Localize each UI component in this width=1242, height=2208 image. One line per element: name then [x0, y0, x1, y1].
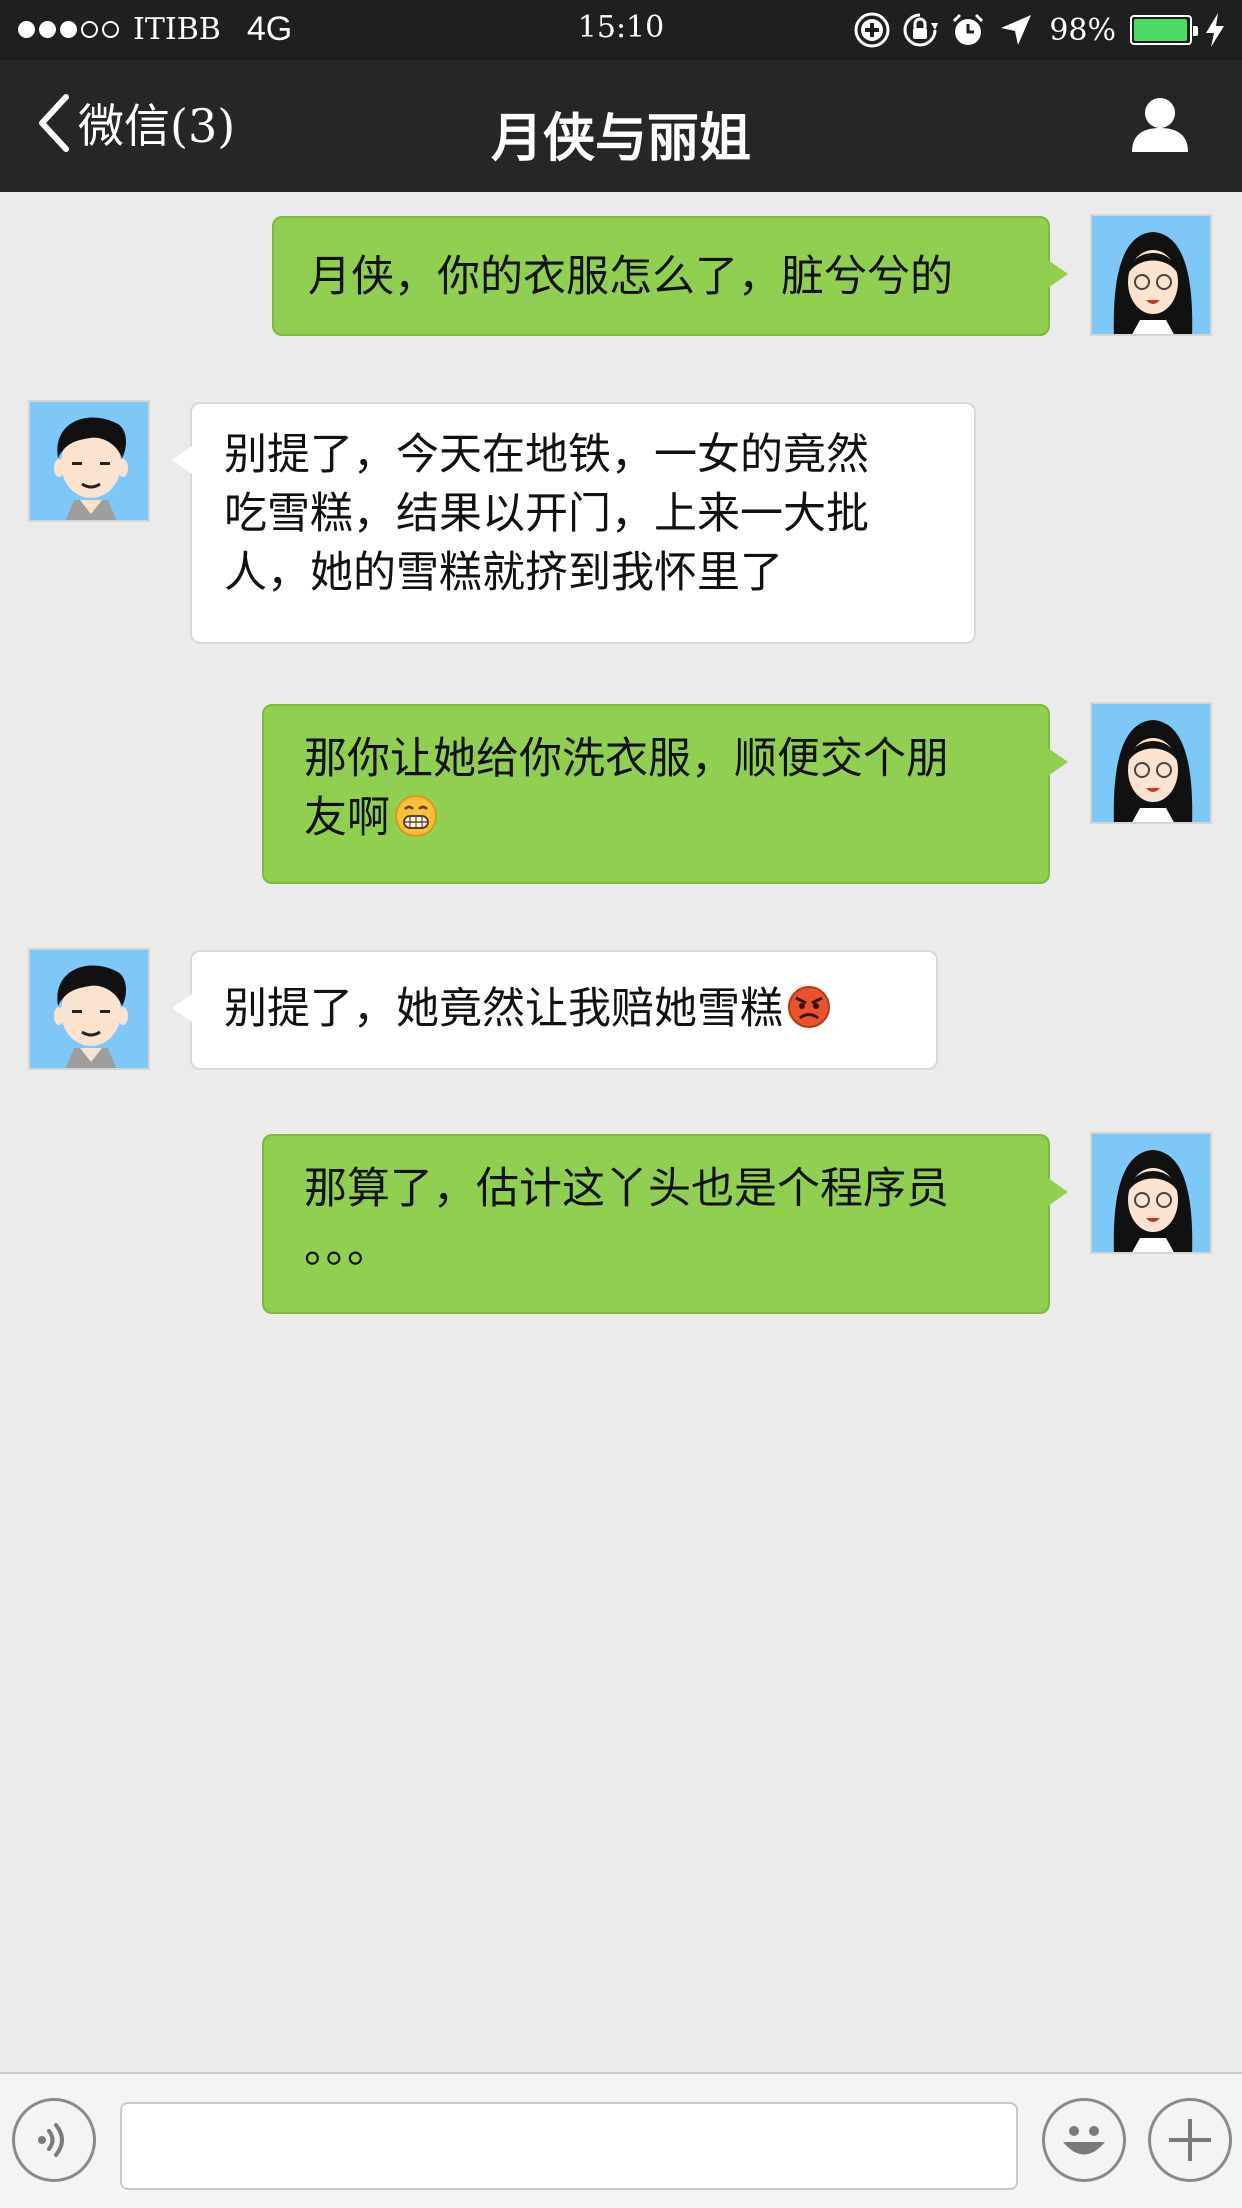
emoji-button[interactable] — [1042, 2098, 1126, 2182]
message-text: 。。。 — [304, 1223, 390, 1273]
message-text: 那你让她给你洗衣服，顺便交个朋 — [304, 734, 949, 784]
avatar-female[interactable] — [1090, 1132, 1212, 1254]
status-bar: ITIBB 4G 15:10 98% — [0, 0, 1242, 60]
avatar-male[interactable] — [28, 948, 150, 1070]
orientation-lock-icon — [903, 13, 939, 47]
message-bubble-outgoing[interactable]: 那算了，估计这丫头也是个程序员 。。。 — [262, 1134, 1068, 1314]
message-bubble-incoming[interactable]: 别提了，她竟然让我赔她雪糕 — [172, 950, 938, 1070]
message-text: 吃雪糕，结果以开门，上来一大批 — [224, 489, 869, 539]
alarm-icon — [953, 13, 984, 45]
battery-fill — [1134, 19, 1187, 41]
angry-emoji — [788, 986, 830, 1028]
battery-icon — [1130, 15, 1198, 45]
message-bubble-incoming[interactable]: 别提了，今天在地铁，一女的竟然 吃雪糕，结果以开门，上来一大批 人，她的雪糕就挤… — [172, 402, 976, 644]
voice-button[interactable] — [12, 2098, 96, 2182]
male-avatar-icon — [30, 402, 148, 520]
message-input[interactable] — [120, 2102, 1018, 2190]
more-button[interactable] — [1148, 2098, 1232, 2182]
battery-percent: 98% — [1049, 12, 1116, 48]
female-avatar-icon — [1092, 1134, 1210, 1252]
female-avatar-icon — [1092, 216, 1210, 334]
voice-icon — [38, 2123, 64, 2157]
location-arrow-icon — [1001, 15, 1032, 45]
message-text: 那算了，估计这丫头也是个程序员 — [304, 1164, 949, 1214]
message-text: 别提了，她竟然让我赔她雪糕 — [224, 984, 783, 1034]
grin-emoji — [395, 795, 437, 837]
avatar-male[interactable] — [28, 400, 150, 522]
chat-area[interactable]: 月侠，你的衣服怎么了，脏兮兮的 别提了，今天在地铁，一女的竟然 吃雪糕，结果以开… — [0, 192, 1242, 2072]
message-bubble-outgoing[interactable]: 月侠，你的衣服怎么了，脏兮兮的 — [272, 216, 1068, 336]
message-bubble-outgoing[interactable]: 那你让她给你洗衣服，顺便交个朋 友啊 — [262, 704, 1068, 884]
rotation-lock-plus-icon — [854, 12, 890, 48]
person-icon[interactable] — [1130, 96, 1190, 154]
smiley-icon — [1063, 2126, 1105, 2155]
avatar-female[interactable] — [1090, 214, 1212, 336]
message-text: 友啊 — [304, 793, 390, 843]
plus-icon — [1169, 2119, 1211, 2161]
navigation-bar: 微信(3) 月侠与丽姐 — [0, 60, 1242, 192]
input-toolbar — [0, 2072, 1242, 2208]
female-avatar-icon — [1092, 704, 1210, 822]
male-avatar-icon — [30, 950, 148, 1068]
chat-title: 月侠与丽姐 — [490, 109, 751, 169]
message-text: 人，她的雪糕就挤到我怀里了 — [224, 548, 783, 598]
message-text: 月侠，你的衣服怎么了，脏兮兮的 — [308, 252, 953, 302]
charging-bolt-icon — [1206, 13, 1224, 47]
status-icons: 98% — [843, 8, 1228, 52]
avatar-female[interactable] — [1090, 702, 1212, 824]
message-text: 别提了，今天在地铁，一女的竟然 — [224, 430, 869, 480]
